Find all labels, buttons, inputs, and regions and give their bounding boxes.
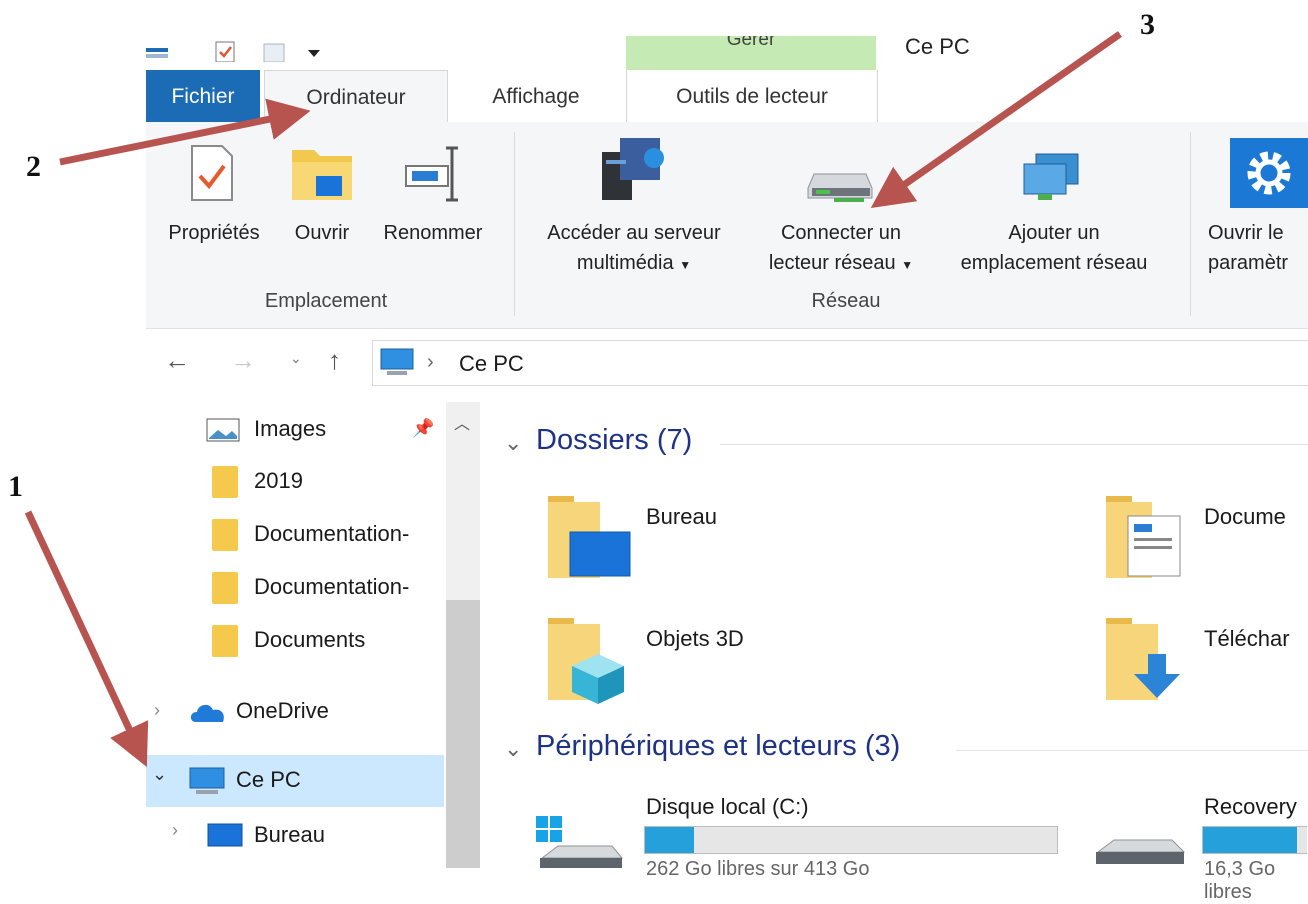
- arrow-to-map-drive: [870, 31, 1123, 209]
- arrow-to-computer-tab: [59, 98, 311, 166]
- annotation-arrows: [24, 31, 1123, 768]
- annotation-label-1: 1: [8, 470, 23, 503]
- annotation-label-2: 2: [26, 150, 41, 183]
- arrow-to-this-pc: [24, 510, 149, 768]
- annotation-label-3: 3: [1140, 8, 1155, 41]
